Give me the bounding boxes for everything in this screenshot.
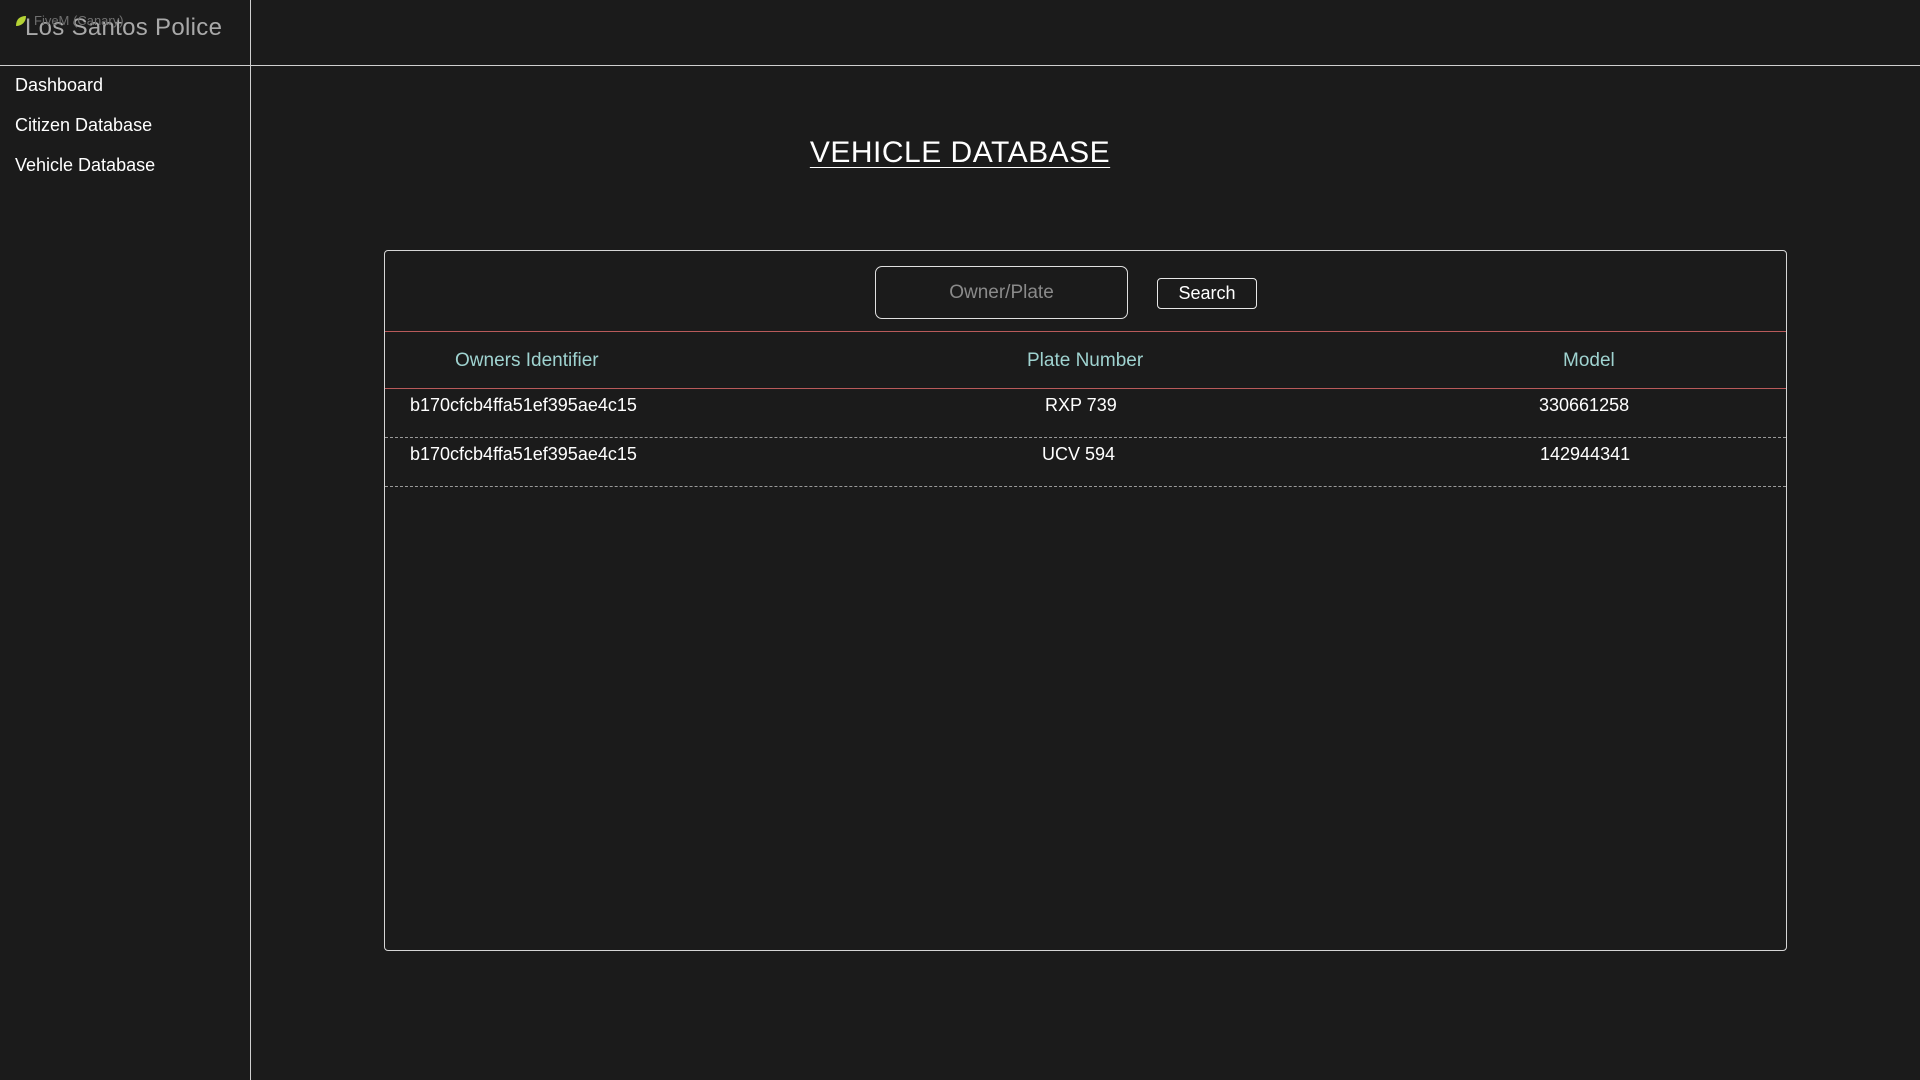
column-header-model: Model xyxy=(1563,350,1615,371)
overlay-label: FiveM (Canary) xyxy=(34,13,124,28)
page-title: VEHICLE DATABASE xyxy=(809,136,1111,169)
table-header: Owners Identifier Plate Number Model xyxy=(385,331,1786,389)
sidebar-item-dashboard[interactable]: Dashboard xyxy=(15,72,155,112)
cell-plate: UCV 594 xyxy=(1042,444,1116,464)
sidebar-item-citizen-database[interactable]: Citizen Database xyxy=(15,112,155,152)
vehicle-table: Owners Identifier Plate Number Model b17… xyxy=(385,331,1786,487)
vehicle-search-panel: Search Owners Identifier Plate Number Mo… xyxy=(384,250,1787,951)
cell-model: 142944341 xyxy=(1540,444,1631,464)
sidebar: Dashboard Citizen Database Vehicle Datab… xyxy=(0,0,251,1080)
sidebar-item-vehicle-database[interactable]: Vehicle Database xyxy=(15,152,155,192)
cell-owner: b170cfcb4ffa51ef395ae4c15 xyxy=(410,444,637,464)
table-row[interactable]: b170cfcb4ffa51ef395ae4c15 RXP 739 330661… xyxy=(385,389,1786,438)
fivem-overlay-tag: FiveM (Canary) xyxy=(14,13,124,28)
column-header-owner: Owners Identifier xyxy=(455,350,599,371)
cell-owner: b170cfcb4ffa51ef395ae4c15 xyxy=(410,395,637,415)
sidebar-nav: Dashboard Citizen Database Vehicle Datab… xyxy=(15,72,155,192)
top-bar xyxy=(0,0,1920,66)
table-row[interactable]: b170cfcb4ffa51ef395ae4c15 UCV 594 142944… xyxy=(385,438,1786,487)
cell-plate: RXP 739 xyxy=(1045,395,1117,415)
leaf-icon xyxy=(16,15,26,26)
search-input[interactable] xyxy=(875,266,1128,319)
cell-model: 330661258 xyxy=(1539,395,1630,415)
column-header-plate: Plate Number xyxy=(1027,350,1144,371)
search-button[interactable]: Search xyxy=(1157,278,1257,309)
